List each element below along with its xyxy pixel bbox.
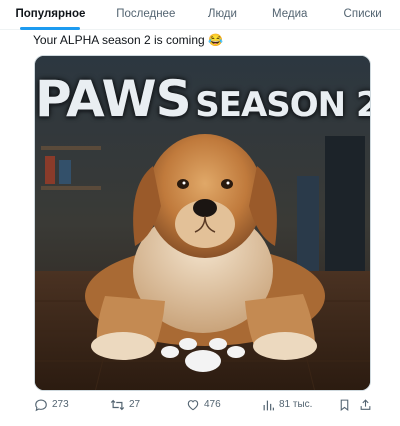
repost-button[interactable]: 27: [110, 398, 140, 412]
bookmark-icon: [340, 399, 349, 411]
search-tabs: Популярное Последнее Люди Медиа Списки: [0, 0, 400, 30]
tweet-image[interactable]: PAWS SEASON 2: [34, 55, 371, 391]
like-icon: [187, 400, 199, 411]
bookmark-button[interactable]: [338, 398, 351, 412]
like-count: 476: [204, 399, 221, 410]
views-count: 81 тыс.: [279, 399, 313, 410]
views-icon: [263, 400, 274, 410]
tweet-text: Your ALPHA season 2 is coming 😂: [33, 33, 223, 47]
tweet-actions: 273 27 476 81 тыс.: [32, 398, 377, 416]
reply-count: 273: [52, 399, 69, 410]
tab-media[interactable]: Медиа: [254, 0, 325, 29]
reply-icon: [35, 399, 47, 412]
poster-title-season: SEASON 2: [195, 85, 371, 125]
tab-lists[interactable]: Списки: [325, 0, 400, 29]
share-icon: [360, 399, 371, 410]
poster-title: PAWS SEASON 2: [35, 70, 370, 128]
poster-title-paws: PAWS: [35, 70, 192, 128]
tab-latest[interactable]: Последнее: [101, 0, 191, 29]
reply-button[interactable]: 273: [34, 398, 69, 412]
like-button[interactable]: 476: [186, 398, 221, 412]
share-button[interactable]: [359, 398, 372, 412]
repost-icon: [110, 399, 125, 411]
repost-count: 27: [129, 399, 141, 410]
views-button[interactable]: 81 тыс.: [262, 398, 312, 412]
tab-people[interactable]: Люди: [191, 0, 255, 29]
tab-top[interactable]: Популярное: [0, 0, 101, 29]
